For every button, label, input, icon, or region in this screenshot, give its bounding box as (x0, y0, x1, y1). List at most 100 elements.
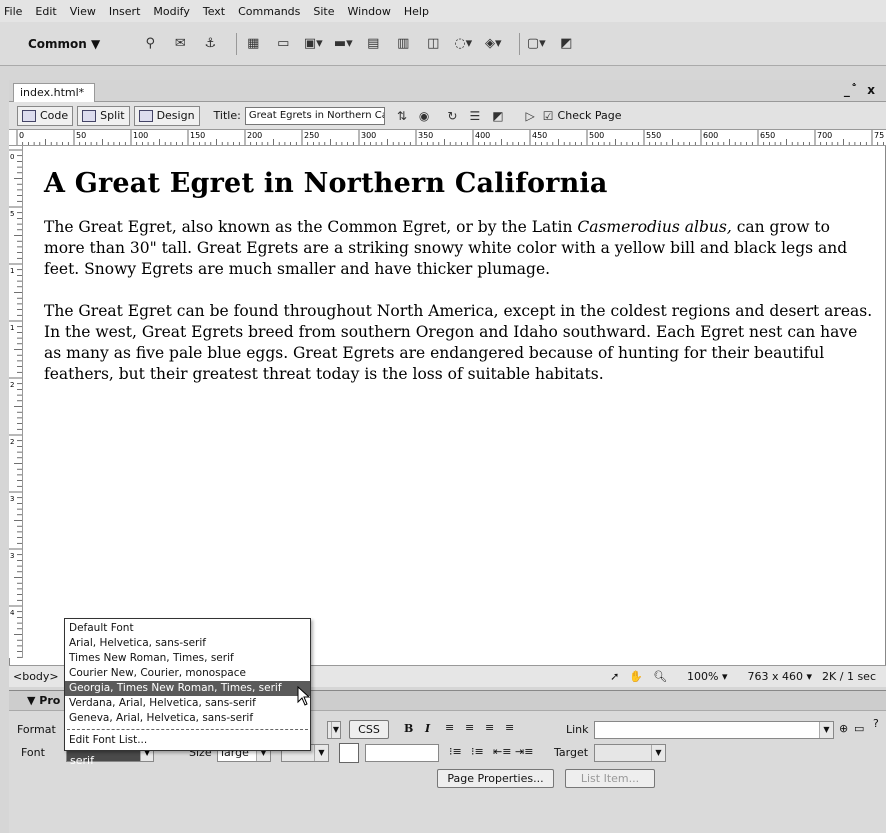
color-input[interactable] (365, 744, 439, 762)
chevron-down-icon: ▼ (819, 722, 833, 738)
menu-insert[interactable]: Insert (109, 5, 141, 18)
font-option[interactable]: Geneva, Arial, Helvetica, sans-serif (65, 711, 310, 726)
menu-text[interactable]: Text (203, 5, 225, 18)
list-item-button[interactable]: List Item... (565, 769, 655, 788)
outdent-icon[interactable]: ⇤≡ (493, 745, 511, 758)
ruler-label: 200 (247, 131, 262, 140)
title-label: Title: (213, 109, 241, 122)
date-icon[interactable]: ▥ (393, 34, 413, 54)
named-anchor-icon[interactable]: ⚓ (200, 34, 220, 54)
tag-chooser-icon[interactable]: ◈▾ (483, 34, 503, 54)
split-view-button[interactable]: Split (77, 105, 130, 126)
bold-button[interactable]: B (404, 722, 413, 735)
ruler-label: 50 (76, 131, 86, 140)
code-label: Code (40, 109, 69, 122)
align-center-icon[interactable]: ≡ (465, 721, 474, 734)
file-management-icon[interactable]: ⇅ (397, 109, 407, 123)
font-dropdown-list: Default Font Arial, Helvetica, sans-seri… (64, 618, 311, 751)
image-icon[interactable]: ▬▾ (333, 34, 353, 54)
hand-tool-icon[interactable]: ✋ (629, 670, 643, 683)
script-icon[interactable]: ◩ (556, 34, 576, 54)
format-dropdown-arrow[interactable]: ▼ (327, 721, 341, 739)
ordered-list-icon[interactable]: ⁝≡ (471, 745, 484, 758)
vruler-label: 2 (10, 381, 14, 389)
vruler-label: 3 (10, 552, 14, 560)
align-left-icon[interactable]: ≡ (445, 721, 454, 734)
validate-markup-icon[interactable]: ▷ (526, 109, 535, 123)
link-input[interactable]: ▼ (594, 721, 834, 739)
menu-bar: File Edit View Insert Modify Text Comman… (0, 0, 886, 22)
font-option[interactable]: Courier New, Courier, monospace (65, 666, 310, 681)
vruler-label: 1 (10, 324, 14, 332)
css-button[interactable]: CSS (349, 720, 389, 739)
visual-aids-icon[interactable]: ◩ (492, 109, 503, 123)
edit-font-list-option[interactable]: Edit Font List... (65, 733, 310, 748)
ruler-ticks: 0 50 100 150 200 250 300 350 400 450 500 550 600 650 7… (16, 130, 884, 145)
view-options-icon[interactable]: ☰ (469, 109, 480, 123)
menu-commands[interactable]: Commands (238, 5, 300, 18)
refresh-icon[interactable]: ↻ (447, 109, 457, 123)
insert-category-label: Common (28, 36, 87, 51)
page-properties-button[interactable]: Page Properties... (437, 769, 554, 788)
window-controls[interactable]: _ ̐ x (844, 83, 878, 97)
font-option[interactable]: Arial, Helvetica, sans-serif (65, 636, 310, 651)
insert-category-dropdown[interactable]: Common ▼ (28, 37, 100, 51)
tag-selector[interactable]: <body> (13, 670, 59, 683)
hyperlink-icon[interactable]: ⚲ (140, 34, 160, 54)
vruler-ticks: 0511223344 (9, 149, 22, 658)
indent-icon[interactable]: ⇥≡ (515, 745, 533, 758)
ruler-label: 600 (703, 131, 718, 140)
layer-icon[interactable]: ▣▾ (303, 34, 323, 54)
preview-browser-icon[interactable]: ◉ (419, 109, 429, 123)
vruler-label: 5 (10, 210, 14, 218)
menu-help[interactable]: Help (404, 5, 429, 18)
ruler-label: 75 (874, 131, 884, 140)
menu-modify[interactable]: Modify (153, 5, 189, 18)
check-page-icon[interactable]: ☑ (543, 109, 554, 123)
table-icon[interactable]: ▦ (243, 34, 263, 54)
font-option[interactable]: Verdana, Arial, Helvetica, sans-serif (65, 696, 310, 711)
template-icon[interactable]: ◌▾ (453, 34, 473, 54)
dropdown-divider (67, 729, 308, 730)
email-link-icon[interactable]: ✉ (170, 34, 190, 54)
link-label: Link (566, 723, 589, 736)
menu-window[interactable]: Window (348, 5, 391, 18)
document-tab[interactable]: index.html* (13, 83, 96, 102)
point-to-file-icon[interactable]: ⊕ (839, 722, 848, 735)
menu-site[interactable]: Site (313, 5, 334, 18)
div-icon[interactable]: ▭ (273, 34, 293, 54)
menu-file[interactable]: File (4, 5, 22, 18)
page-heading: A Great Egret in Northern California (44, 168, 608, 199)
code-view-button[interactable]: Code (17, 105, 74, 126)
unordered-list-icon[interactable]: ⁝≡ (449, 745, 462, 758)
color-picker[interactable] (339, 743, 359, 763)
align-right-icon[interactable]: ≡ (485, 721, 494, 734)
comment-icon[interactable]: ◫ (423, 34, 443, 54)
page-content[interactable]: A Great Egret in Northern California The… (44, 168, 874, 406)
menu-view[interactable]: View (70, 5, 96, 18)
head-icon[interactable]: ▢▾ (526, 34, 546, 54)
browse-folder-icon[interactable]: ▭ (854, 722, 864, 735)
menu-edit[interactable]: Edit (35, 5, 56, 18)
align-justify-icon[interactable]: ≡ (505, 721, 514, 734)
help-icon[interactable]: ? (873, 717, 879, 730)
font-label: Font (21, 746, 45, 759)
insert-bar: Common ▼ ⚲ ✉ ⚓ ▦ ▭ ▣▾ ▬▾ ▤ ▥ ◫ ◌▾ ◈▾ ▢▾ … (0, 22, 886, 66)
pointer-tool-icon[interactable]: ➚ (610, 670, 619, 683)
window-size-value: 763 x 460 (747, 670, 804, 683)
zoom-select[interactable]: 100% ▾ (677, 670, 727, 683)
paragraph-1: The Great Egret, also known as the Commo… (44, 217, 874, 280)
paragraph-1-text: The Great Egret, also known as the Commo… (44, 218, 578, 236)
zoom-tool-icon[interactable]: 🔍︎ (653, 670, 667, 683)
vruler-label: 1 (10, 267, 14, 275)
italic-button[interactable]: I (425, 722, 430, 735)
font-option-selected[interactable]: Georgia, Times New Roman, Times, serif (65, 681, 310, 696)
check-page-label[interactable]: Check Page (558, 109, 622, 122)
media-icon[interactable]: ▤ (363, 34, 383, 54)
font-option[interactable]: Default Font (65, 621, 310, 636)
title-input[interactable]: Great Egrets in Northern Calif (244, 106, 385, 125)
window-size-select[interactable]: 763 x 460 ▾ (738, 670, 813, 683)
font-option[interactable]: Times New Roman, Times, serif (65, 651, 310, 666)
target-select[interactable]: ▼ (594, 744, 666, 762)
design-view-button[interactable]: Design (133, 105, 200, 126)
